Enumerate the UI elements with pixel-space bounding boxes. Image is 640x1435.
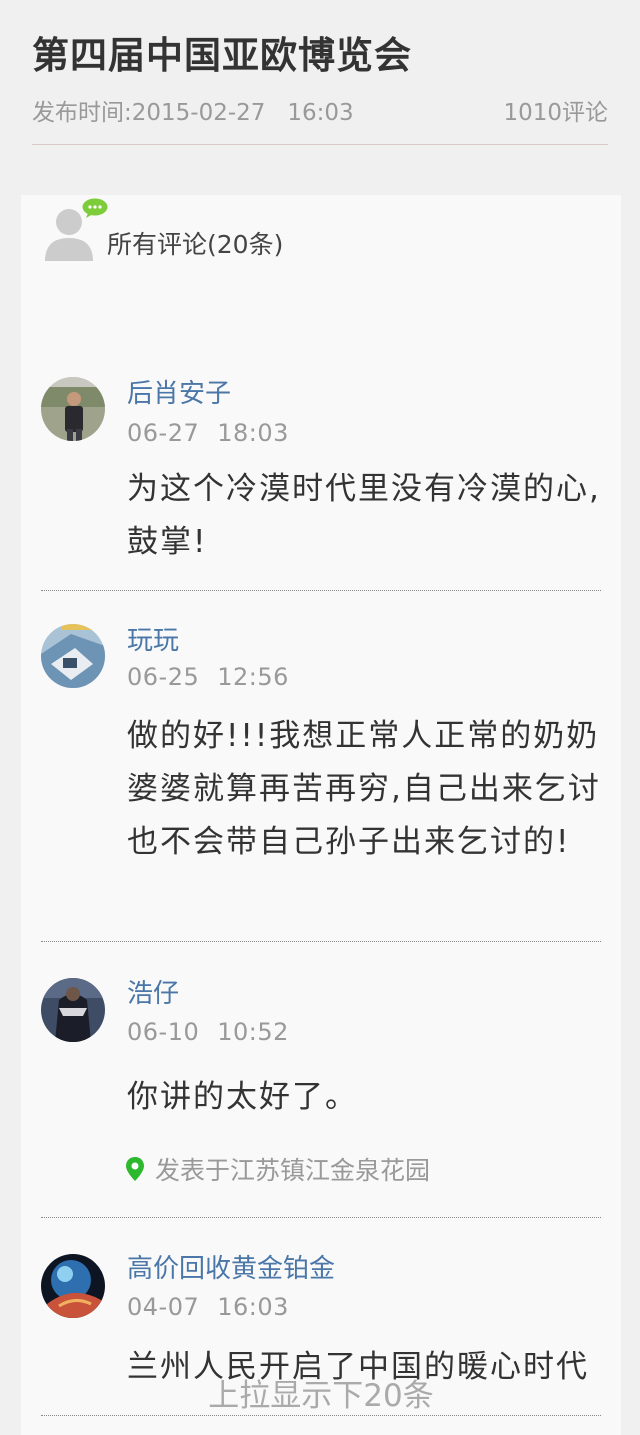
publish-time: 16:03 xyxy=(287,100,354,126)
publish-label: 发布时间: xyxy=(32,100,132,126)
comments-card: 所有评论(20条) 后肖安子 06-27 18:03 为这个冷漠时代里没有冷漠的心… xyxy=(21,195,621,1435)
comment-time: 12:56 xyxy=(217,663,289,691)
comment-timestamp: 06-27 18:03 xyxy=(127,419,289,447)
comment-count[interactable]: 1010评论 xyxy=(503,93,608,127)
comment-time: 10:52 xyxy=(217,1018,289,1046)
publish-info: 发布时间:2015-02-27 16:03 xyxy=(32,93,354,127)
chat-bubble-icon xyxy=(82,198,108,218)
comment-username[interactable]: 玩玩 xyxy=(127,620,179,657)
publish-date: 2015-02-27 xyxy=(131,100,266,126)
comment-date: 04-07 xyxy=(127,1293,200,1321)
comments-header-label: 所有评论(20条) xyxy=(107,230,284,259)
comment-date: 06-25 xyxy=(127,663,200,691)
comment-username[interactable]: 后肖安子 xyxy=(127,373,231,410)
comment-divider xyxy=(41,1217,601,1218)
comment-date: 06-27 xyxy=(127,419,200,447)
comment-divider xyxy=(41,941,601,942)
comment-timestamp: 06-25 12:56 xyxy=(127,663,289,691)
location-pin-icon xyxy=(126,1157,144,1181)
comment-divider xyxy=(41,590,601,591)
comment-text: 你讲的太好了。 xyxy=(127,1079,358,1115)
comment-location-text: 发表于江苏镇江金泉花园 xyxy=(155,1156,431,1185)
load-more-hint[interactable]: 上拉显示下20条 xyxy=(21,1370,621,1415)
avatar[interactable] xyxy=(41,377,105,441)
comment-timestamp: 04-07 16:03 xyxy=(127,1293,289,1321)
comment-text: 为这个冷漠时代里没有冷漠的心,鼓掌! xyxy=(127,471,601,560)
avatar-image xyxy=(41,1254,105,1318)
comment-text: 做的好!!!我想正常人正常的奶奶婆婆就算再苦再穷,自己出来乞讨也不会带自己孙子出… xyxy=(127,718,601,860)
comments-header: 所有评论(20条) xyxy=(21,195,621,275)
header-divider xyxy=(32,144,608,145)
avatar[interactable] xyxy=(41,1254,105,1318)
avatar-image xyxy=(41,624,105,688)
article-title: 第四届中国亚欧博览会 xyxy=(32,34,412,77)
comment-timestamp: 06-10 10:52 xyxy=(127,1018,289,1046)
article-meta: 发布时间:2015-02-27 16:03 1010评论 xyxy=(32,88,608,132)
comment-time: 16:03 xyxy=(217,1293,289,1321)
comment-location: 发表于江苏镇江金泉花园 xyxy=(125,1151,430,1187)
avatar[interactable] xyxy=(41,624,105,688)
comment-time: 18:03 xyxy=(217,419,289,447)
avatar-image xyxy=(41,377,105,441)
comment-username[interactable]: 高价回收黄金铂金 xyxy=(127,1248,335,1285)
comment-username[interactable]: 浩仔 xyxy=(127,973,179,1010)
avatar[interactable] xyxy=(41,978,105,1042)
comment-date: 06-10 xyxy=(127,1018,200,1046)
comment-divider xyxy=(41,1415,601,1416)
article-header: 第四届中国亚欧博览会 发布时间:2015-02-27 16:03 1010评论 xyxy=(0,0,640,132)
avatar-image xyxy=(41,978,105,1042)
